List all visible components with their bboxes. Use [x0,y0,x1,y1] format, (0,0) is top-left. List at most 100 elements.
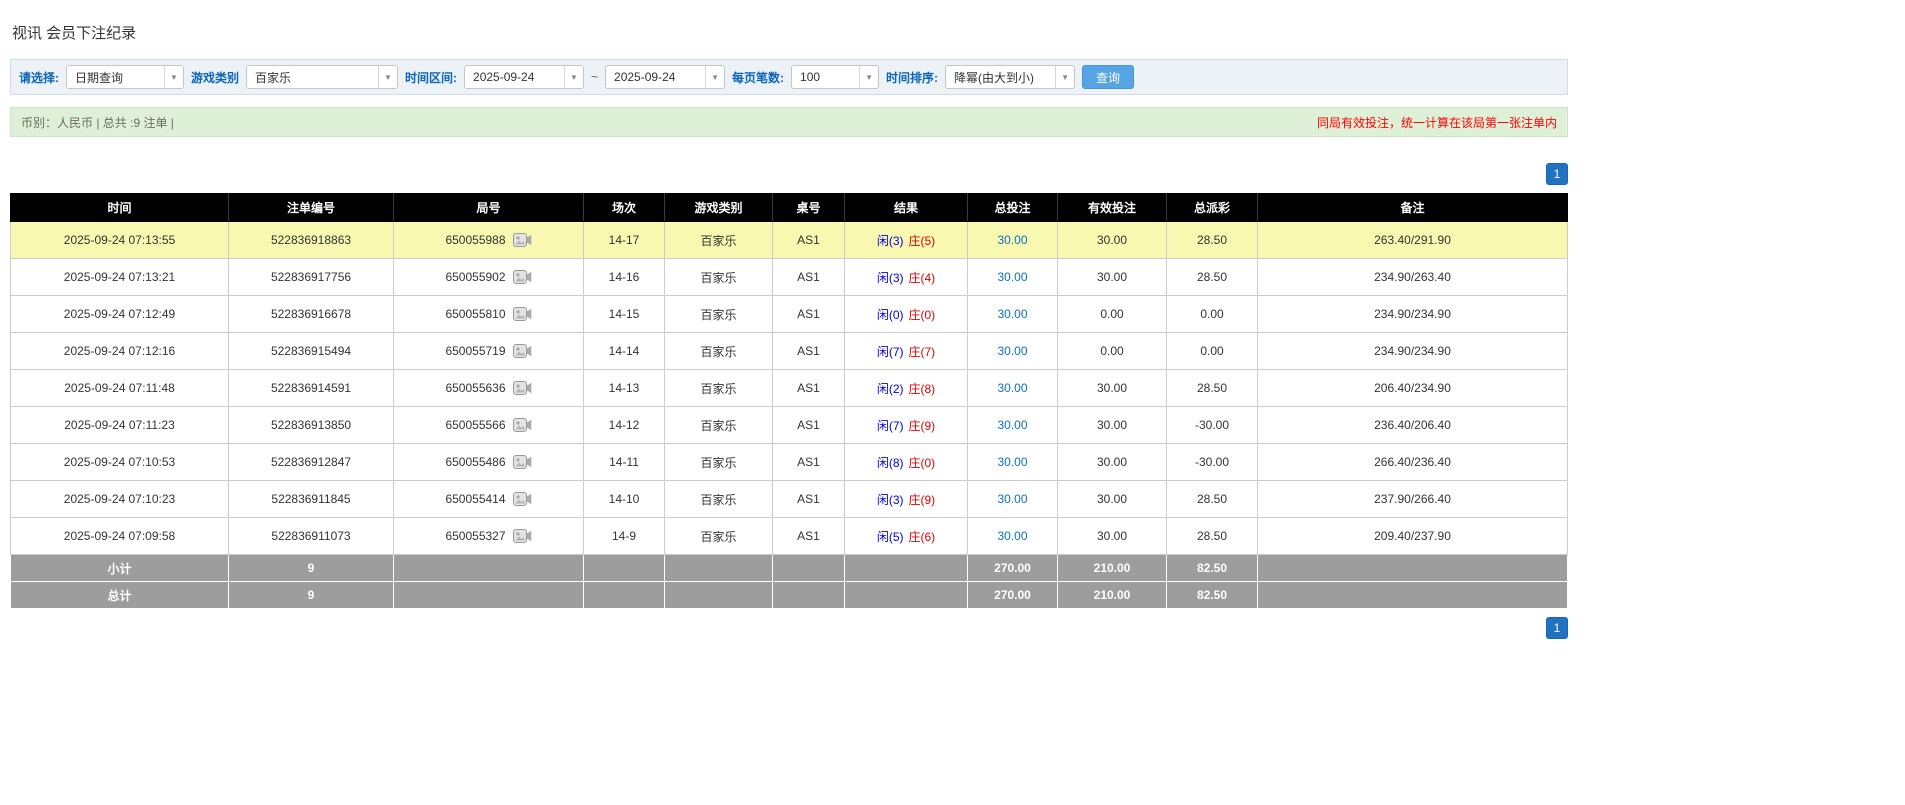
video-replay-icon[interactable] [512,307,532,321]
total-bet-link[interactable]: 30.00 [997,492,1027,506]
table-row: 2025-09-24 07:13:55 522836918863 6500559… [10,221,1568,259]
round-number: 650055988 [445,233,506,247]
total-bet-link[interactable]: 30.00 [997,270,1027,284]
empty-cell [393,581,584,609]
player-result: 闲(5) [876,529,904,544]
cell-game-type: 百家乐 [664,332,773,370]
cell-table-no: AS1 [772,517,845,555]
video-replay-icon[interactable] [512,233,532,247]
table-row: 2025-09-24 07:13:21 522836917756 6500559… [10,258,1568,296]
cell-result: 闲(7) 庄(9) [844,406,968,444]
page-button[interactable]: 1 [1546,163,1568,185]
date-mode-select[interactable]: 日期查询 ▼ [66,65,184,89]
cell-valid-bet: 30.00 [1057,406,1167,444]
chevron-down-icon: ▼ [859,66,878,88]
cell-result: 闲(3) 庄(5) [844,221,968,259]
chevron-down-icon: ▼ [164,66,183,88]
empty-cell [844,554,968,582]
cell-session: 14-10 [583,480,665,518]
cell-note: 237.90/266.40 [1257,480,1568,518]
cell-payout: 28.50 [1166,258,1258,296]
cell-game-type: 百家乐 [664,369,773,407]
page-size-value: 100 [800,70,821,84]
total-bet-link[interactable]: 30.00 [997,344,1027,358]
total-bet-link[interactable]: 30.00 [997,307,1027,321]
cell-total-bet: 30.00 [967,332,1058,370]
empty-cell [393,554,584,582]
total-bet-link[interactable]: 30.00 [997,381,1027,395]
game-type-label: 游戏类别 [191,70,240,85]
cell-note: 234.90/234.90 [1257,295,1568,333]
empty-cell [664,581,773,609]
cell-time: 2025-09-24 07:12:16 [10,332,229,370]
col-header-table-no: 桌号 [772,193,845,222]
empty-cell [772,554,845,582]
main-content: 视讯 会员下注纪录 请选择: 日期查询 ▼ 游戏类别 百家乐 ▼ 时间区间: 2… [10,0,1568,639]
cell-result: 闲(5) 庄(6) [844,517,968,555]
player-result: 闲(3) [876,233,904,248]
pagination-bottom: 1 [10,617,1568,639]
empty-cell [1257,581,1568,609]
total-bet-link[interactable]: 30.00 [997,455,1027,469]
cell-table-no: AS1 [772,332,845,370]
total-bet-link[interactable]: 30.00 [997,529,1027,543]
pagination-top: 1 [10,163,1568,185]
cell-note: 209.40/237.90 [1257,517,1568,555]
search-button[interactable]: 查询 [1082,65,1135,89]
date-to-select[interactable]: 2025-09-24 ▼ [605,65,726,89]
cell-result: 闲(3) 庄(9) [844,480,968,518]
summary-note: 同局有效投注，统一计算在该局第一张注单内 [1316,115,1557,130]
table-header-row: 时间 注单编号 局号 场次 游戏类别 桌号 结果 总投注 有效投注 总派彩 备注 [10,193,1568,222]
banker-result: 庄(7) [908,344,936,359]
video-replay-icon[interactable] [512,270,532,284]
cell-result: 闲(3) 庄(4) [844,258,968,296]
cell-note: 234.90/234.90 [1257,332,1568,370]
cell-time: 2025-09-24 07:11:23 [10,406,229,444]
chevron-down-icon: ▼ [378,66,397,88]
summary-currency-count: 币别：人民币 | 总共 :9 注单 | [21,115,174,130]
video-replay-icon[interactable] [512,492,532,506]
cell-total-bet: 30.00 [967,221,1058,259]
cell-round: 650055486 [393,443,584,481]
sort-order-select[interactable]: 降幂(由大到小) ▼ [945,65,1076,89]
round-number: 650055902 [445,270,506,284]
page-button[interactable]: 1 [1546,617,1568,639]
cell-table-no: AS1 [772,295,845,333]
game-type-value: 百家乐 [255,70,292,85]
chevron-down-icon: ▼ [564,66,583,88]
subtotal-label: 小计 [10,554,229,582]
date-from-select[interactable]: 2025-09-24 ▼ [464,65,585,89]
cell-game-type: 百家乐 [664,406,773,444]
cell-total-bet: 30.00 [967,517,1058,555]
empty-cell [583,554,665,582]
cell-session: 14-14 [583,332,665,370]
cell-bet-id: 522836915494 [228,332,394,370]
table-row: 2025-09-24 07:09:58 522836911073 6500553… [10,517,1568,555]
game-type-select[interactable]: 百家乐 ▼ [246,65,399,89]
col-header-payout: 总派彩 [1166,193,1258,222]
subtotal-valid-bet: 210.00 [1057,554,1167,582]
video-replay-icon[interactable] [512,455,532,469]
empty-cell [664,554,773,582]
video-replay-icon[interactable] [512,529,532,543]
cell-result: 闲(8) 庄(0) [844,443,968,481]
cell-total-bet: 30.00 [967,443,1058,481]
page-size-select[interactable]: 100 ▼ [791,65,880,89]
cell-bet-id: 522836911073 [228,517,394,555]
cell-time: 2025-09-24 07:13:55 [10,221,229,259]
cell-total-bet: 30.00 [967,406,1058,444]
col-header-time: 时间 [10,193,229,222]
total-bet-link[interactable]: 30.00 [997,233,1027,247]
col-header-result: 结果 [844,193,968,222]
cell-payout: 28.50 [1166,369,1258,407]
col-header-session: 场次 [583,193,665,222]
total-bet-link[interactable]: 30.00 [997,418,1027,432]
total-valid-bet: 210.00 [1057,581,1167,609]
cell-session: 14-9 [583,517,665,555]
video-replay-icon[interactable] [512,418,532,432]
cell-time: 2025-09-24 07:10:23 [10,480,229,518]
video-replay-icon[interactable] [512,344,532,358]
cell-payout: 0.00 [1166,332,1258,370]
cell-game-type: 百家乐 [664,295,773,333]
video-replay-icon[interactable] [512,381,532,395]
